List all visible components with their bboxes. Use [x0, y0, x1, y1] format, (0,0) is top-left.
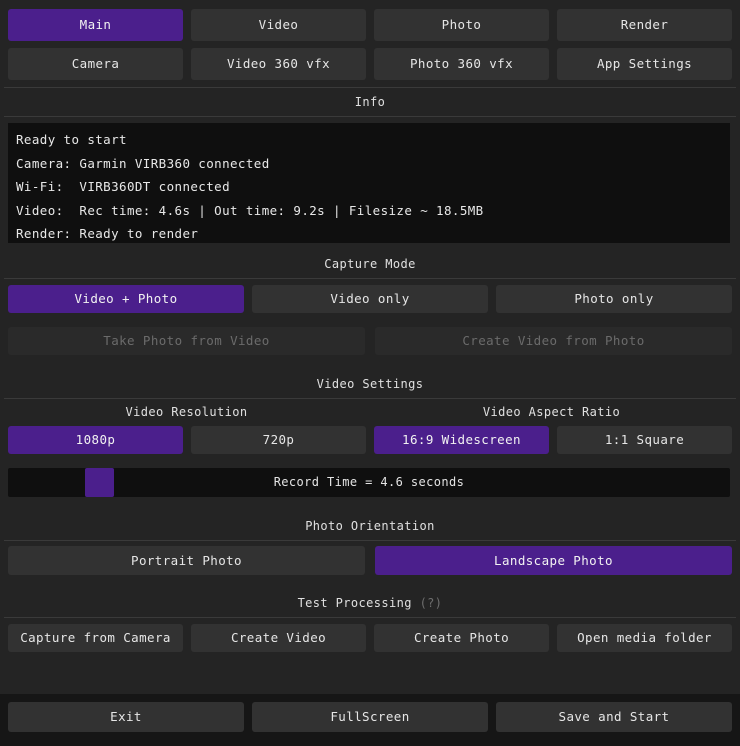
test-processing-label: Test Processing: [297, 596, 412, 610]
footer-buttons: Exit FullScreen Save and Start: [0, 702, 740, 732]
info-line-wifi: Wi-Fi: VIRB360DT connected: [16, 179, 230, 195]
record-time-label: Record Time = 4.6 seconds: [273, 475, 465, 489]
divider: [4, 540, 736, 541]
divider: [4, 278, 736, 279]
video-aspect-ratio-label: Video Aspect Ratio: [482, 405, 621, 419]
create-video-button[interactable]: Create Video: [191, 624, 366, 652]
video-settings-options: 1080p 720p 16:9 Widescreen 1:1 Square: [0, 426, 740, 454]
capture-mode-video-photo-button[interactable]: Video + Photo: [8, 285, 244, 313]
portrait-photo-button[interactable]: Portrait Photo: [8, 546, 365, 575]
info-line-render: Render: Ready to render: [16, 226, 199, 242]
main-tab-bar: Main Video Photo Render: [0, 9, 740, 41]
info-line-camera: Camera: Garmin VIRB360 connected: [16, 155, 270, 171]
capture-from-camera-button[interactable]: Capture from Camera: [8, 624, 183, 652]
divider: [4, 87, 736, 88]
divider: [4, 116, 736, 117]
tab-app-settings[interactable]: App Settings: [557, 48, 732, 80]
fullscreen-button[interactable]: FullScreen: [252, 702, 488, 732]
divider: [4, 617, 736, 618]
landscape-photo-button[interactable]: Landscape Photo: [375, 546, 732, 575]
aspect-16-9-button[interactable]: 16:9 Widescreen: [374, 426, 549, 454]
open-media-folder-button[interactable]: Open media folder: [557, 624, 732, 652]
divider: [4, 398, 736, 399]
tab-camera[interactable]: Camera: [8, 48, 183, 80]
photo-orientation-options: Portrait Photo Landscape Photo: [0, 546, 740, 575]
tab-video[interactable]: Video: [191, 9, 366, 41]
info-section-title: Info: [354, 95, 386, 109]
resolution-720p-button[interactable]: 720p: [191, 426, 366, 454]
capture-mode-options: Video + Photo Video only Photo only: [0, 285, 740, 313]
tab-photo-360-vfx[interactable]: Photo 360 vfx: [374, 48, 549, 80]
tab-photo[interactable]: Photo: [374, 9, 549, 41]
app-window: Main Video Photo Render Camera Video 360…: [0, 0, 740, 746]
help-hint[interactable]: (?): [420, 596, 443, 610]
photo-orientation-title: Photo Orientation: [305, 519, 435, 533]
video-settings-title: Video Settings: [316, 377, 424, 391]
capture-mode-title: Capture Mode: [324, 257, 416, 271]
info-line-status: Ready to start: [16, 132, 127, 147]
tab-video-360-vfx[interactable]: Video 360 vfx: [191, 48, 366, 80]
resolution-1080p-button[interactable]: 1080p: [8, 426, 183, 454]
save-and-start-button[interactable]: Save and Start: [496, 702, 732, 732]
take-photo-from-video-button[interactable]: Take Photo from Video: [8, 327, 365, 355]
exit-button[interactable]: Exit: [8, 702, 244, 732]
aspect-1-1-button[interactable]: 1:1 Square: [557, 426, 732, 454]
record-time-slider[interactable]: Record Time = 4.6 seconds: [8, 468, 730, 497]
test-processing-title: Test Processing (?): [0, 596, 740, 610]
capture-mode-photo-only-button[interactable]: Photo only: [496, 285, 732, 313]
video-resolution-label: Video Resolution: [125, 405, 248, 419]
info-line-video: Video: Rec time: 4.6s | Out time: 9.2s |…: [16, 202, 484, 218]
info-console: Ready to start Camera: Garmin VIRB360 co…: [8, 123, 730, 243]
capture-mode-video-only-button[interactable]: Video only: [252, 285, 488, 313]
tab-main[interactable]: Main: [8, 9, 183, 41]
secondary-tab-bar: Camera Video 360 vfx Photo 360 vfx App S…: [0, 48, 740, 80]
test-processing-buttons: Capture from Camera Create Video Create …: [0, 624, 740, 652]
create-video-from-photo-button[interactable]: Create Video from Photo: [375, 327, 732, 355]
capture-extra-options: Take Photo from Video Create Video from …: [0, 327, 740, 355]
tab-render[interactable]: Render: [557, 9, 732, 41]
create-photo-button[interactable]: Create Photo: [374, 624, 549, 652]
